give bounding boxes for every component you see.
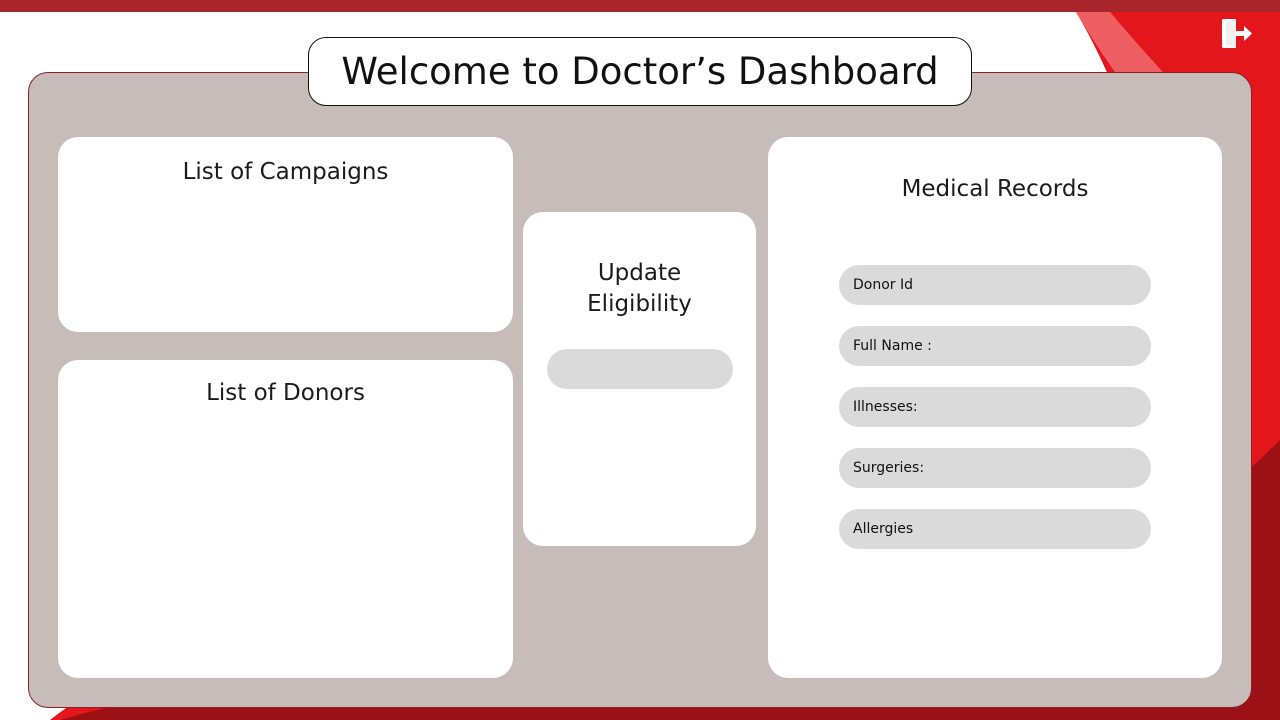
medical-records-title: Medical Records: [901, 176, 1089, 202]
allergies-field[interactable]: Allergies: [839, 509, 1151, 549]
donors-title: List of Donors: [206, 380, 365, 406]
donors-card: List of Donors: [58, 360, 513, 678]
page-title: Welcome to Doctor’s Dashboard: [308, 37, 972, 106]
donor-id-field[interactable]: Donor Id: [839, 265, 1151, 305]
eligibility-title-line2: Eligibility: [587, 291, 692, 317]
full-name-field[interactable]: Full Name :: [839, 326, 1151, 366]
campaigns-title: List of Campaigns: [182, 159, 389, 185]
logout-icon[interactable]: [1220, 17, 1254, 51]
eligibility-input[interactable]: [547, 349, 733, 389]
surgeries-field[interactable]: Surgeries:: [839, 448, 1151, 488]
illnesses-field[interactable]: Illnesses:: [839, 387, 1151, 427]
campaigns-card: List of Campaigns: [58, 137, 513, 332]
eligibility-card: Update Eligibility: [523, 212, 756, 546]
medical-records-card: Medical Records Donor Id Full Name : Ill…: [768, 137, 1222, 678]
eligibility-title-line1: Update: [597, 260, 682, 286]
